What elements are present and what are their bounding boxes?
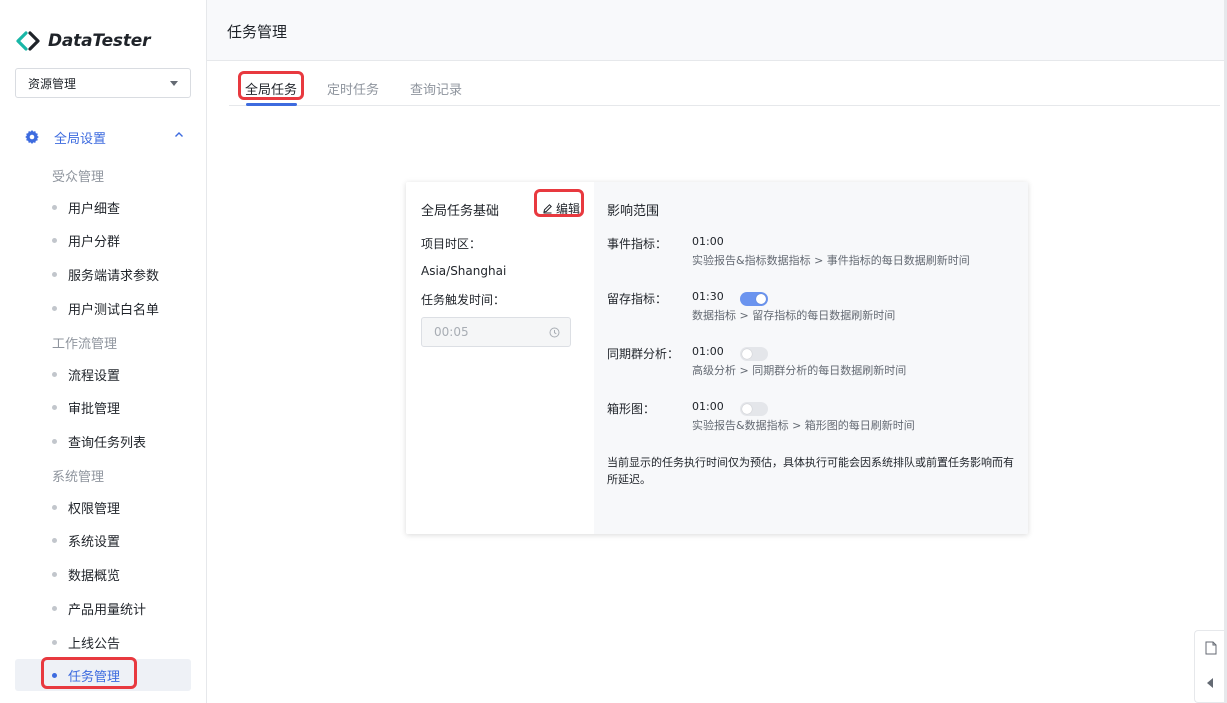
sidebar-item-label: 流程设置 <box>68 368 121 384</box>
metric-name: 同期群分析： <box>607 347 680 361</box>
retention-toggle[interactable] <box>740 292 768 306</box>
collapse-arrow-icon[interactable] <box>1207 678 1213 688</box>
sidebar-item-label: 系统设置 <box>68 534 121 550</box>
bullet-dot <box>52 205 57 210</box>
tab-scheduled-tasks[interactable]: 定时任务 <box>327 79 379 98</box>
metric-time: 01:00 <box>692 400 724 413</box>
sidebar: DataTester 资源管理 全局设置 受众管理 用户细查 用户分群 服务端请… <box>0 0 207 703</box>
bullet-dot <box>52 538 57 543</box>
floating-toolbar <box>1194 630 1227 703</box>
timezone-label: 项目时区： <box>421 237 482 251</box>
highlight-box-sidebar <box>41 657 137 689</box>
sidebar-item-label: 用户细查 <box>68 201 121 217</box>
sidebar-item-query-tasks[interactable]: 查询任务列表 <box>15 425 191 457</box>
nav-group-global-settings[interactable]: 全局设置 <box>24 127 184 147</box>
toggle-knob <box>742 404 752 414</box>
bullet-dot <box>52 572 57 577</box>
bullet-dot <box>52 238 57 243</box>
project-select-value: 资源管理 <box>28 76 77 91</box>
sidebar-item-server-params[interactable]: 服务端请求参数 <box>15 258 191 290</box>
bullet-dot <box>52 505 57 510</box>
nav-section-system: 系统管理 <box>52 470 105 485</box>
boxplot-toggle[interactable] <box>740 402 768 416</box>
sidebar-item-label: 用户分群 <box>68 234 121 250</box>
metric-name: 箱形图： <box>607 402 656 416</box>
trigger-time-label: 任务触发时间： <box>421 293 506 307</box>
metric-path: 数据指标 > 留存指标的每日数据刷新时间 <box>692 309 896 322</box>
highlight-box-edit <box>534 189 584 217</box>
timezone-value: Asia/Shanghai <box>421 264 507 278</box>
clock-icon <box>549 327 560 337</box>
chevron-down-icon <box>170 80 178 86</box>
sidebar-item-label: 上线公告 <box>68 636 121 652</box>
estimate-note: 当前显示的任务执行时间仅为预估，具体执行可能会因系统排队或前置任务影响而有所延迟… <box>607 456 1014 486</box>
metric-time: 01:30 <box>692 290 724 303</box>
sidebar-item-usage-stats[interactable]: 产品用量统计 <box>15 592 191 624</box>
sidebar-item-label: 数据概览 <box>68 568 121 584</box>
bullet-dot <box>52 272 57 277</box>
logo-text: DataTester <box>48 31 151 51</box>
card-title: 全局任务基础 <box>421 204 500 219</box>
metric-name: 留存指标： <box>607 292 668 306</box>
nav-group-label: 全局设置 <box>54 131 107 147</box>
gear-icon <box>25 130 39 144</box>
nav-section-audience: 受众管理 <box>52 170 105 185</box>
header: 任务管理 <box>207 0 1227 61</box>
sidebar-item-label: 产品用量统计 <box>68 602 147 618</box>
card-right-panel: 影响范围 事件指标： 01:00 实验报告&指标数据指标 > 事件指标的每日数据… <box>594 182 1028 534</box>
metric-time: 01:00 <box>692 345 724 358</box>
trigger-time-value: 00:05 <box>434 325 469 339</box>
metric-path: 实验报告&指标数据指标 > 事件指标的每日数据刷新时间 <box>692 254 970 267</box>
nav-section-workflow: 工作流管理 <box>52 337 118 352</box>
project-select[interactable]: 资源管理 <box>15 68 191 98</box>
logo[interactable]: DataTester <box>16 30 150 52</box>
tab-bar: 全局任务 定时任务 查询记录 <box>229 74 1220 106</box>
bullet-dot <box>52 640 57 645</box>
sidebar-item-announcements[interactable]: 上线公告 <box>15 626 191 658</box>
toggle-knob <box>742 349 752 359</box>
document-icon[interactable] <box>1205 641 1217 655</box>
sidebar-item-label: 权限管理 <box>68 501 121 517</box>
sidebar-item-process-settings[interactable]: 流程设置 <box>15 358 191 390</box>
bullet-dot <box>52 405 57 410</box>
highlight-box-tab <box>238 71 304 100</box>
sidebar-item-permissions[interactable]: 权限管理 <box>15 491 191 523</box>
bullet-dot <box>52 306 57 311</box>
metric-time: 01:00 <box>692 235 724 248</box>
bullet-dot <box>52 439 57 444</box>
sidebar-item-user-segments[interactable]: 用户分群 <box>15 224 191 256</box>
toggle-knob <box>756 294 766 304</box>
sidebar-item-label: 审批管理 <box>68 401 121 417</box>
logo-icon <box>16 31 40 51</box>
global-task-card: 全局任务基础 编辑 项目时区： Asia/Shanghai 任务触发时间： 00… <box>406 182 1028 534</box>
metric-path: 实验报告&数据指标 > 箱形图的每日刷新时间 <box>692 419 915 432</box>
sidebar-item-approvals[interactable]: 审批管理 <box>15 391 191 423</box>
tab-query-records[interactable]: 查询记录 <box>410 79 462 98</box>
bullet-dot <box>52 372 57 377</box>
chevron-up-icon <box>175 132 183 137</box>
sidebar-item-data-overview[interactable]: 数据概览 <box>15 558 191 590</box>
sidebar-item-label: 用户测试白名单 <box>68 302 160 318</box>
impact-scope-title: 影响范围 <box>607 204 660 219</box>
metric-name: 事件指标： <box>607 237 668 251</box>
card-left-panel: 全局任务基础 编辑 项目时区： Asia/Shanghai 任务触发时间： 00… <box>406 182 594 534</box>
active-tab-indicator <box>246 103 297 106</box>
sidebar-item-label: 查询任务列表 <box>68 435 147 451</box>
sidebar-item-label: 服务端请求参数 <box>68 268 160 284</box>
metric-path: 高级分析 > 同期群分析的每日数据刷新时间 <box>692 364 907 377</box>
sidebar-item-system-settings[interactable]: 系统设置 <box>15 524 191 556</box>
sidebar-item-test-whitelist[interactable]: 用户测试白名单 <box>15 292 191 324</box>
bullet-dot <box>52 606 57 611</box>
sidebar-item-user-lookup[interactable]: 用户细查 <box>15 191 191 223</box>
trigger-time-input[interactable]: 00:05 <box>421 317 571 347</box>
cohort-toggle[interactable] <box>740 347 768 361</box>
page-title: 任务管理 <box>227 23 288 41</box>
